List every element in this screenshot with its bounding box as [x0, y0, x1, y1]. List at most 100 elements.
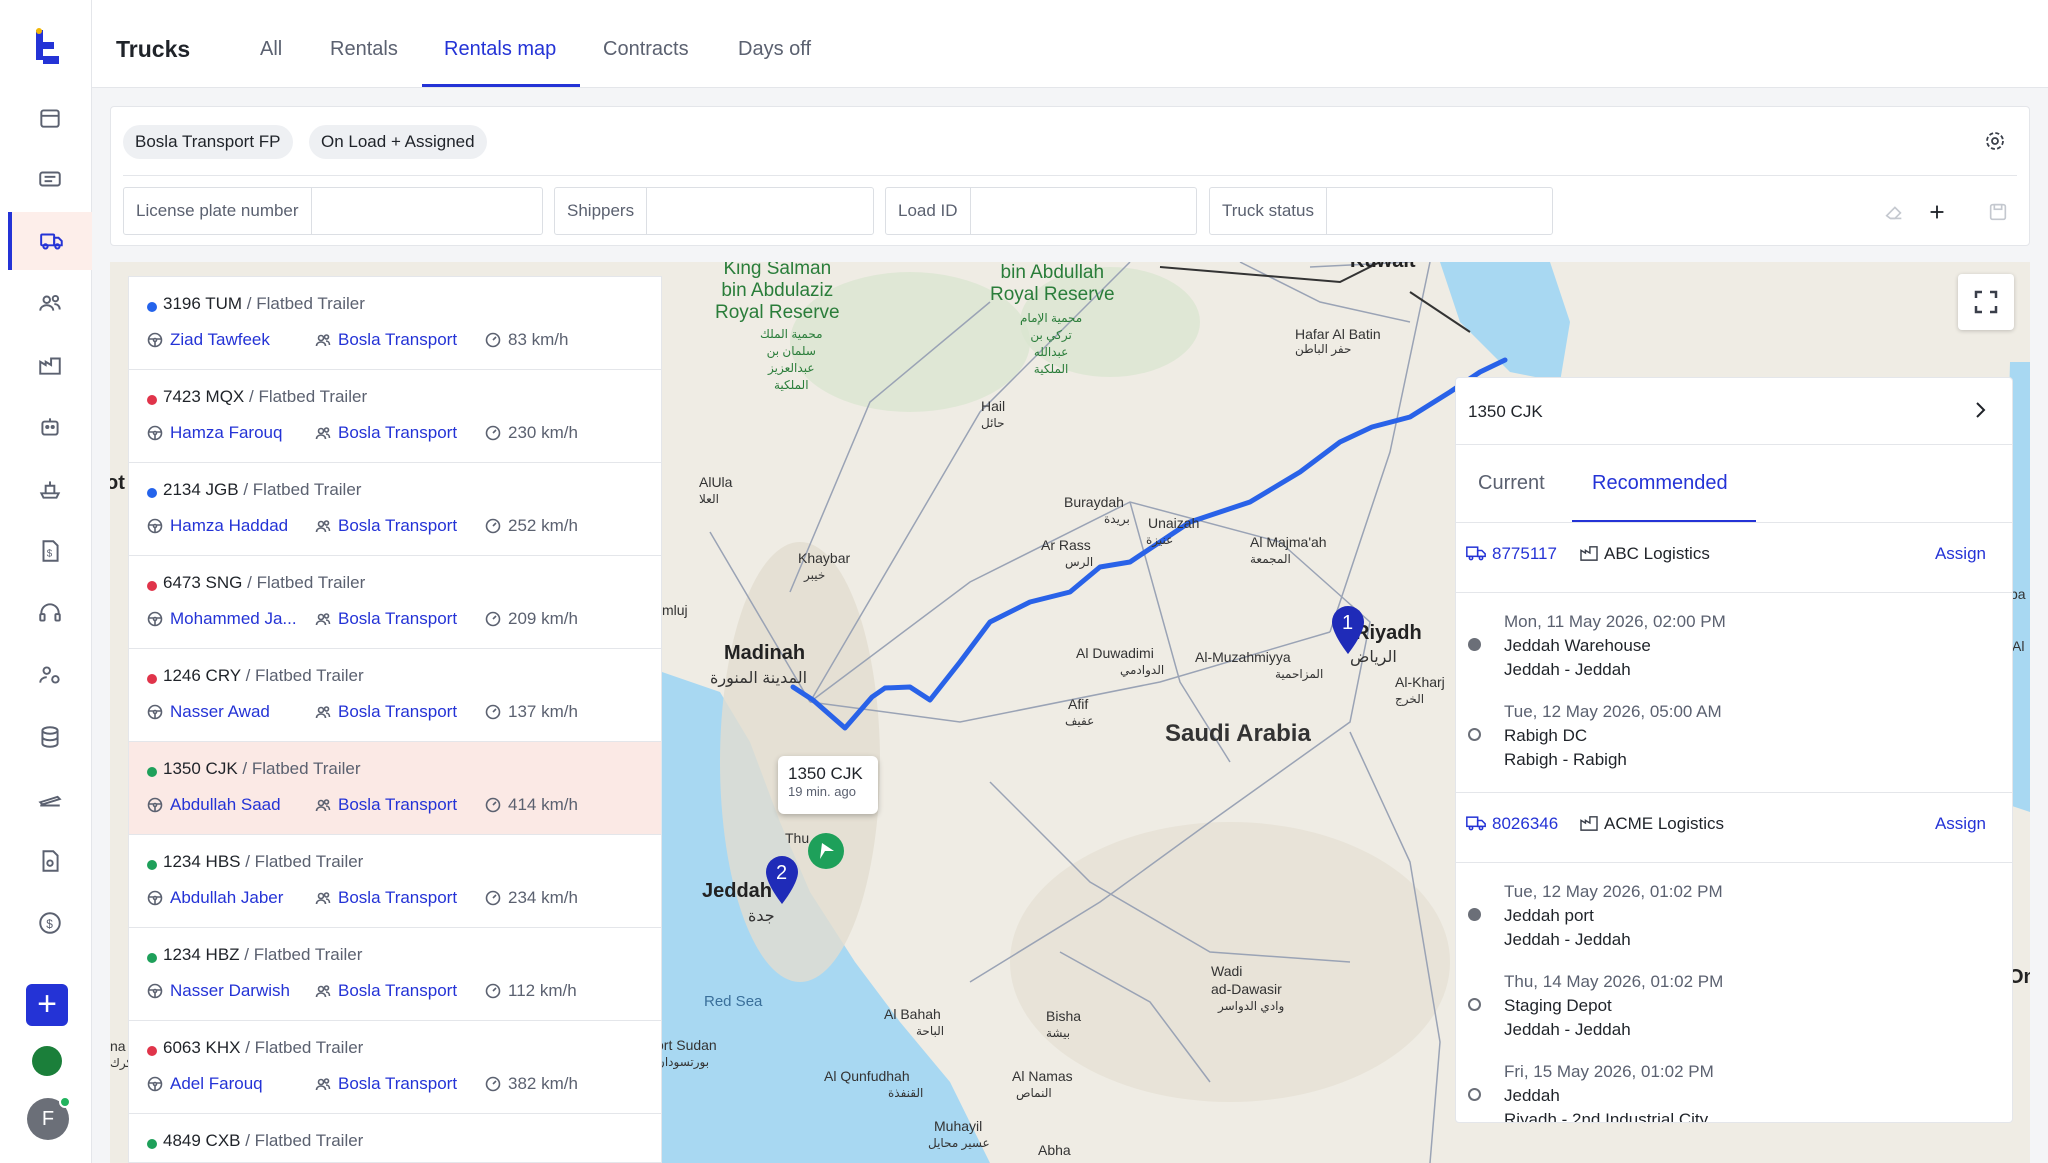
truck-list-row[interactable]: 7423 MQX / Flatbed Trailer Hamza Farouq Bo…	[129, 370, 661, 463]
license-plate-filter[interactable]: License plate number	[123, 187, 553, 235]
tab-all[interactable]: All	[260, 38, 282, 61]
sidebar-item-support[interactable]	[8, 584, 92, 642]
driver-link[interactable]: Nasser Awad	[147, 702, 270, 722]
create-button[interactable]: +	[26, 984, 68, 1026]
truck-list-row[interactable]: 2134 JGB / Flatbed Trailer Hamza Haddad Bo…	[129, 463, 661, 556]
company-link[interactable]: Bosla Transport	[315, 981, 457, 1001]
sidebar-item-users[interactable]	[8, 274, 92, 332]
truck-list[interactable]: 3196 TUM / Flatbed Trailer Ziad Tawfeek Bo…	[128, 276, 662, 1163]
filter-chip-status[interactable]: On Load + Assigned	[309, 125, 487, 159]
shippers-filter[interactable]: Shippers	[554, 187, 889, 235]
speed-value: 83 km/h	[508, 330, 569, 349]
sidebar-item-shipping[interactable]	[8, 460, 92, 518]
driver-link[interactable]: Abdullah Saad	[147, 795, 281, 815]
sidebar-item-team-settings[interactable]	[8, 646, 92, 704]
sidebar-item-documents[interactable]	[8, 832, 92, 890]
assign-button[interactable]: Assign	[1935, 814, 1986, 834]
driver-link[interactable]: Nasser Darwish	[147, 981, 290, 1001]
driver-link[interactable]: Ziad Tawfeek	[147, 330, 270, 350]
fullscreen-button[interactable]	[1958, 274, 2014, 330]
driver-name: Hamza Haddad	[170, 516, 289, 535]
shippers-input[interactable]	[647, 188, 889, 234]
sidebar-item-trucks[interactable]	[8, 212, 92, 270]
driver-link[interactable]: Hamza Haddad	[147, 516, 288, 536]
plate-number: 6063 KHX	[163, 1038, 241, 1057]
marker-2-label: 2	[776, 862, 787, 884]
database-icon	[41, 726, 59, 748]
truck-list-row[interactable]: 1246 CRY / Flatbed Trailer Nasser Awad Bos…	[129, 649, 661, 742]
truck-list-row[interactable]: 4849 CXB / Flatbed Trailer	[129, 1114, 661, 1162]
truck-status-input[interactable]	[1326, 188, 1568, 234]
truck-list-row[interactable]: 3196 TUM / Flatbed Trailer Ziad Tawfeek Bo…	[129, 277, 661, 370]
sidebar-item-trailers[interactable]	[8, 770, 92, 828]
filter-chip-company[interactable]: Bosla Transport FP	[123, 125, 293, 159]
truck-plate: 3196 TUM / Flatbed Trailer	[163, 294, 365, 314]
truck-list-row[interactable]: 6473 SNG / Flatbed Trailer Mohammed Ja...…	[129, 556, 661, 649]
sidebar-item-payments[interactable]: $	[8, 894, 92, 952]
truck-speed: 234 km/h	[485, 888, 578, 908]
load-divider	[1456, 862, 2012, 863]
tab-recommended[interactable]: Recommended	[1592, 472, 1728, 495]
speed-value: 414 km/h	[508, 795, 578, 814]
eraser-icon[interactable]	[1883, 201, 1905, 223]
trailer-type: / Flatbed Trailer	[244, 945, 363, 964]
driver-name: Adel Farouq	[170, 1074, 263, 1093]
company-link[interactable]: Bosla Transport	[315, 888, 457, 908]
sidebar-item-database[interactable]	[8, 708, 92, 766]
company-link[interactable]: Bosla Transport	[315, 330, 457, 350]
truck-popup[interactable]: 1350 CJK 19 min. ago	[778, 756, 878, 814]
load-id-input[interactable]	[970, 188, 1212, 234]
company-link[interactable]: Bosla Transport	[315, 702, 457, 722]
company-link[interactable]: Bosla Transport	[315, 1074, 457, 1094]
top-header: Trucks All Rentals Rentals map Contracts…	[92, 0, 2048, 88]
sidebar-item-robots[interactable]	[8, 398, 92, 456]
driver-link[interactable]: Adel Farouq	[147, 1074, 263, 1094]
truck-status-filter[interactable]: Truck status	[1209, 187, 1568, 235]
truck-location-marker[interactable]	[806, 831, 846, 871]
route-marker-2[interactable]: 2	[762, 852, 802, 906]
tab-contracts[interactable]: Contracts	[603, 38, 689, 61]
load-id-link[interactable]: 8026346	[1492, 814, 1558, 834]
sidebar-item-factories[interactable]	[8, 336, 92, 394]
plate-number: 3196 TUM	[163, 294, 243, 313]
load-id-filter[interactable]: Load ID	[885, 187, 1212, 235]
tab-rentals[interactable]: Rentals	[330, 38, 398, 61]
sidebar-item-calendar[interactable]	[8, 89, 92, 147]
ship-icon	[39, 481, 61, 499]
truck-list-row[interactable]: 1234 HBS / Flatbed Trailer Abdullah Jaber…	[129, 835, 661, 928]
users-icon	[315, 613, 331, 626]
tab-days-off[interactable]: Days off	[738, 38, 811, 61]
chevron-right-icon[interactable]	[1968, 398, 1992, 422]
truck-list-row[interactable]: 1234 HBZ / Flatbed Trailer Nasser Darwish…	[129, 928, 661, 1021]
tab-current[interactable]: Current	[1478, 472, 1545, 495]
users-icon	[315, 706, 331, 719]
truck-speed: 414 km/h	[485, 795, 578, 815]
add-filter-icon[interactable]	[1926, 201, 1948, 223]
assign-button[interactable]: Assign	[1935, 544, 1986, 564]
route-marker-1[interactable]: 1	[1328, 602, 1368, 656]
sidebar-item-invoices[interactable]: $	[8, 522, 92, 580]
load-id-link[interactable]: 8775117	[1492, 544, 1557, 564]
truck-list-row[interactable]: 6063 KHX / Flatbed Trailer Adel Farouq Bos…	[129, 1021, 661, 1114]
settings-gear-icon[interactable]	[1983, 129, 2007, 153]
driver-link[interactable]: Abdullah Jaber	[147, 888, 283, 908]
sidebar-item-tickets[interactable]	[8, 150, 92, 208]
driver-link[interactable]: Hamza Farouq	[147, 423, 282, 443]
truck-list-row[interactable]: 1350 CJK / Flatbed Trailer Abdullah Saad B…	[129, 742, 661, 835]
driver-name: Hamza Farouq	[170, 423, 283, 442]
driver-link[interactable]: Mohammed Ja...	[147, 609, 297, 629]
company-link[interactable]: Bosla Transport	[315, 516, 457, 536]
company-link[interactable]: Bosla Transport	[315, 609, 457, 629]
steering-wheel-icon	[147, 425, 163, 441]
save-filter-icon[interactable]	[1987, 201, 2009, 223]
license-plate-input[interactable]	[311, 188, 553, 234]
map-label-port-sudan-ar: بورتسودان	[656, 1055, 710, 1069]
app-logo[interactable]	[34, 28, 62, 68]
user-avatar[interactable]: F	[27, 1096, 71, 1140]
company-link[interactable]: Bosla Transport	[315, 423, 457, 443]
company-link[interactable]: Bosla Transport	[315, 795, 457, 815]
saudi-flag-icon[interactable]	[32, 1046, 62, 1076]
tab-rentals-map[interactable]: Rentals map	[444, 38, 556, 61]
truck-speed: 112 km/h	[485, 981, 577, 1001]
speed-value: 209 km/h	[508, 609, 578, 628]
